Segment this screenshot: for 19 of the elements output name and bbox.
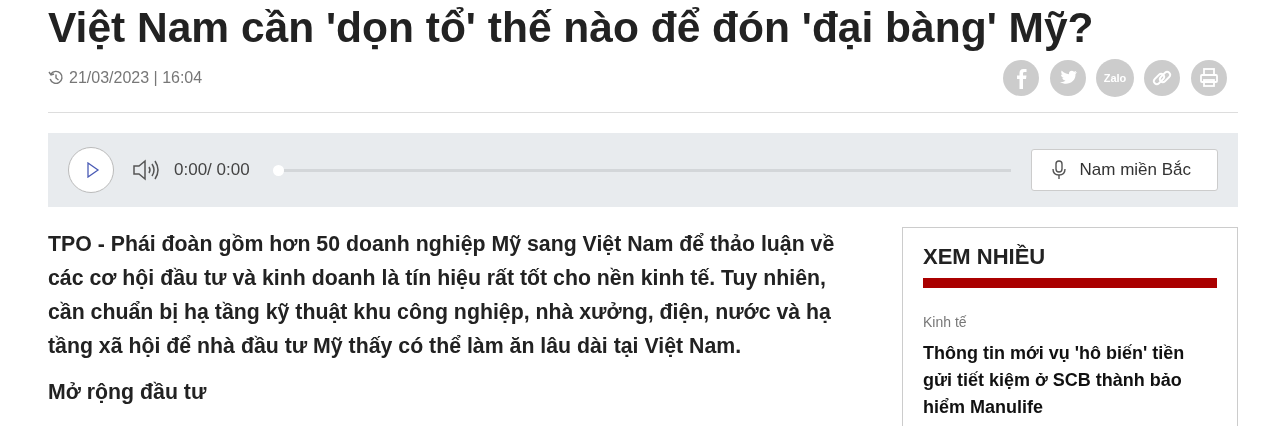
play-button[interactable] [68, 147, 114, 193]
article-title: Việt Nam cần 'dọn tổ' thế nào để đón 'đại bàng' Mỹ? [48, 4, 1095, 52]
lead-paragraph: TPO - Phái đoàn gồm hơn 50 doanh nghiệp Mỹ sang Việt Nam để thảo luận về các cơ hội đầu tư và kinh doanh là tín hiệu rất tốt cho nền kinh tế. Tuy nhiên, cần chuẩn bị hạ tầng kỹ thuật khu công nghiệp, nhà xưởng, điện, nước và hạ tầng xã hội để nhà đầu tư Mỹ thấy có thể làm ăn lâu dài tại Việt Nam. [48, 231, 836, 360]
play-icon [85, 162, 100, 178]
category-label[interactable]: Kinh tế [923, 314, 1217, 330]
volume-icon[interactable] [132, 158, 160, 182]
panel-title: XEM NHIỀU [923, 244, 1047, 270]
print-icon[interactable] [1190, 59, 1228, 97]
history-icon [48, 70, 64, 86]
section-heading: Mở rộng đầu tư [48, 379, 208, 406]
playback-time: 0:00/ 0:00 [174, 160, 250, 180]
publish-date: 21/03/2023 | 16:04 [69, 69, 203, 87]
progress-thumb[interactable] [272, 164, 284, 176]
microphone-icon [1051, 160, 1066, 180]
voice-button[interactable]: Nam miền Bắc [1030, 149, 1218, 191]
twitter-share-icon[interactable] [1049, 59, 1087, 97]
link-icon[interactable] [1143, 59, 1181, 97]
headline-link[interactable]: Thông tin mới vụ 'hô biến' tiền gửi tiết kiệm ở SCB thành bảo hiểm Manulife [923, 340, 1217, 421]
facebook-share-icon[interactable] [1002, 59, 1040, 97]
